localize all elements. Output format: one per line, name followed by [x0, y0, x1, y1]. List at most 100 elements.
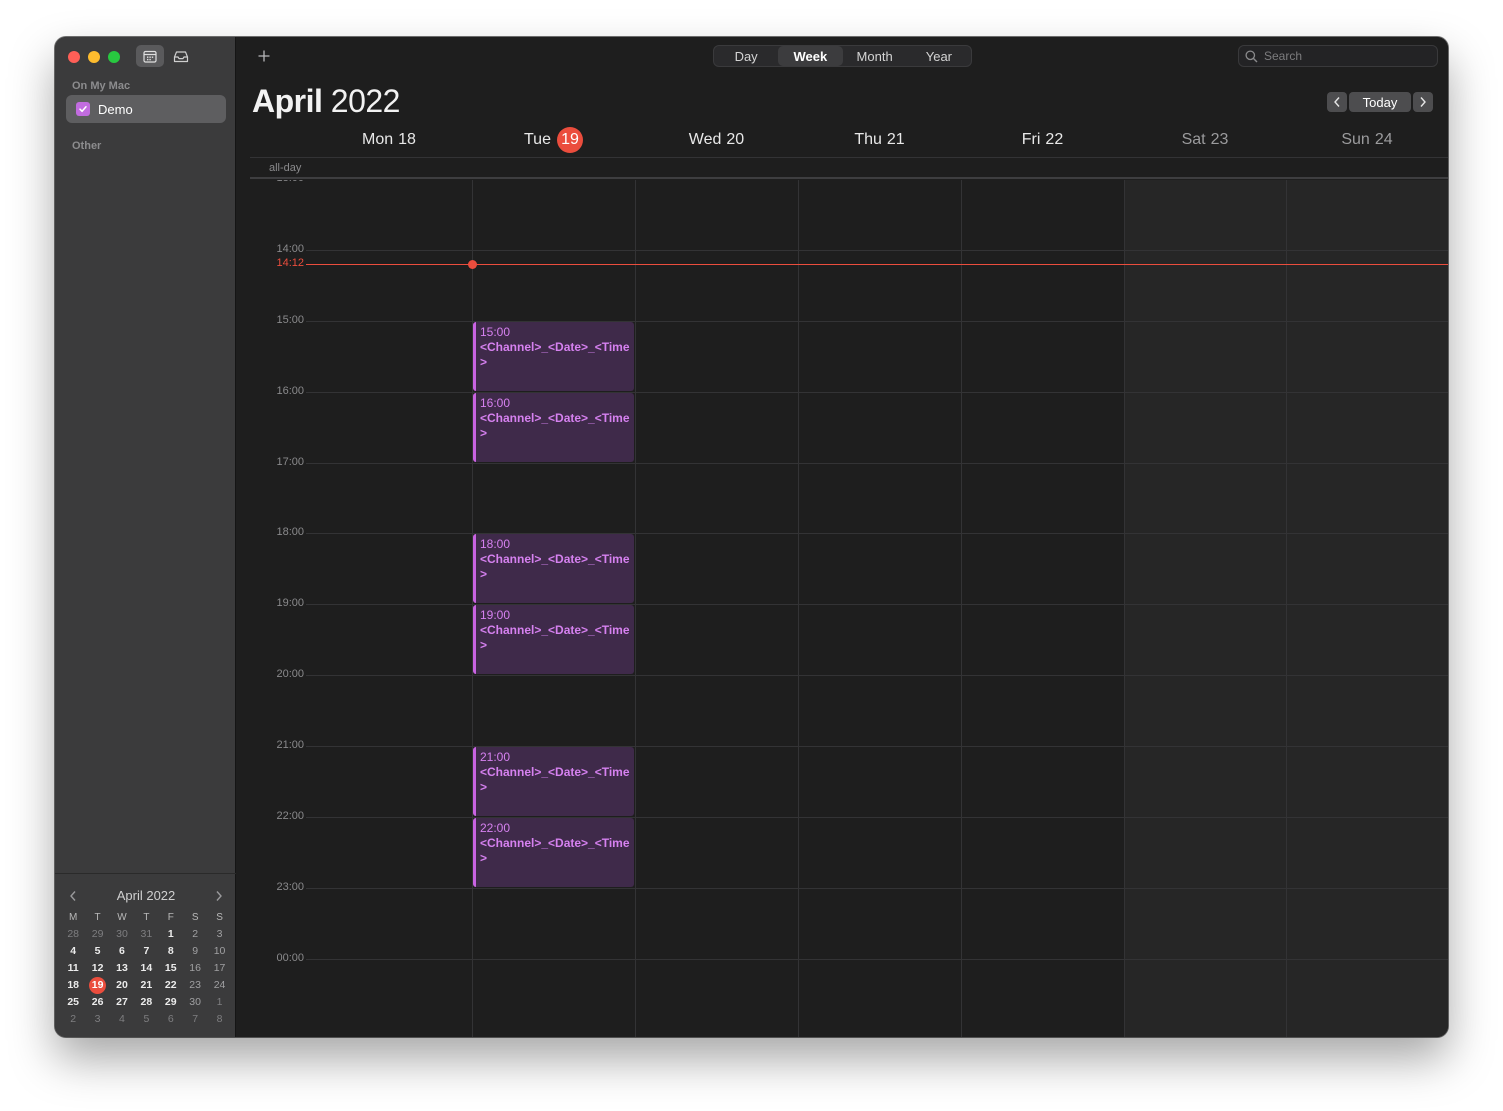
calendar-event[interactable]: 18:00 <Channel>_<Date>_<Time>: [473, 534, 634, 603]
day-header-fri[interactable]: Fri 22: [961, 127, 1124, 153]
mini-calendar-day[interactable]: 6: [159, 1011, 183, 1028]
mini-calendar-day[interactable]: 20: [110, 977, 134, 994]
mini-calendar-day[interactable]: 6: [110, 943, 134, 960]
today-badge: 19: [556, 127, 583, 153]
title-year: 2022: [330, 83, 401, 119]
mini-calendar-today[interactable]: 19: [85, 977, 109, 994]
mini-calendar-day[interactable]: 15: [159, 960, 183, 977]
mini-calendar-day[interactable]: 1: [159, 926, 183, 943]
all-day-row[interactable]: all-day: [250, 157, 1448, 179]
day-header-sat[interactable]: Sat 23: [1124, 127, 1286, 153]
mini-calendar-day[interactable]: 5: [85, 943, 109, 960]
hour-label: 16:00: [276, 385, 304, 397]
mini-calendar-day[interactable]: 26: [85, 994, 109, 1011]
sidebar-item-demo-calendar[interactable]: Demo: [66, 95, 226, 123]
day-header-mon[interactable]: Mon 18: [306, 127, 472, 153]
mini-calendar-day[interactable]: 2: [61, 1011, 85, 1028]
mini-calendar-day[interactable]: 24: [207, 977, 231, 994]
page-title: April 2022: [252, 83, 400, 120]
mini-calendar-day[interactable]: 4: [61, 943, 85, 960]
calendar-event[interactable]: 19:00 <Channel>_<Date>_<Time>: [473, 605, 634, 674]
mini-calendar-day[interactable]: 23: [183, 977, 207, 994]
current-time-dot: [468, 260, 477, 269]
day-header-tue[interactable]: Tue 19: [472, 127, 635, 153]
calendar-event[interactable]: 21:00 <Channel>_<Date>_<Time>: [473, 747, 634, 816]
inbox-button[interactable]: [167, 45, 195, 67]
day-column-divider: [635, 180, 636, 1037]
calendar-event[interactable]: 22:00 <Channel>_<Date>_<Time>: [473, 818, 634, 887]
mini-calendar-day[interactable]: 8: [159, 943, 183, 960]
day-column-divider: [961, 180, 962, 1037]
mini-calendar-day[interactable]: 28: [134, 994, 158, 1011]
mini-calendar-day[interactable]: 22: [159, 977, 183, 994]
mini-calendar-day[interactable]: 30: [110, 926, 134, 943]
mini-calendar-day[interactable]: 25: [61, 994, 85, 1011]
mini-calendar-day[interactable]: 2: [183, 926, 207, 943]
mini-calendar-day[interactable]: 27: [110, 994, 134, 1011]
mini-next-month-button[interactable]: [211, 888, 227, 904]
search-input[interactable]: Search: [1238, 45, 1438, 67]
mini-calendar-day[interactable]: 7: [134, 943, 158, 960]
calendar-event[interactable]: 15:00 <Channel>_<Date>_<Time>: [473, 322, 634, 391]
mini-calendar-day[interactable]: 16: [183, 960, 207, 977]
mini-calendar-day[interactable]: 3: [85, 1011, 109, 1028]
minimize-window-button[interactable]: [88, 51, 100, 63]
mini-calendar-day[interactable]: 29: [85, 926, 109, 943]
mini-calendar-day[interactable]: 8: [207, 1011, 231, 1028]
view-switcher: Day Week Month Year: [713, 45, 972, 67]
mini-calendar-day[interactable]: 7: [183, 1011, 207, 1028]
mini-calendar-day[interactable]: 29: [159, 994, 183, 1011]
hour-label: 18:00: [276, 526, 304, 538]
mini-calendar-day[interactable]: 13: [110, 960, 134, 977]
mini-calendar-day[interactable]: 1: [207, 994, 231, 1011]
event-time: 16:00: [480, 396, 511, 410]
day-name: Sat: [1181, 131, 1206, 148]
mini-calendar-day[interactable]: 12: [85, 960, 109, 977]
day-number: 21: [886, 131, 905, 148]
view-day-button[interactable]: Day: [714, 46, 778, 66]
checkbox-checked-icon[interactable]: [76, 102, 90, 116]
day-header-thu[interactable]: Thu 21: [798, 127, 961, 153]
event-time: 15:00: [480, 325, 511, 339]
mini-calendar: April 2022 M T W T F S S 28 29 30 31 1 2 3 4 5 6 7 8 9 10 11 1…: [61, 885, 231, 1028]
hour-label: 13:00: [236, 180, 304, 184]
calendar-event[interactable]: 16:00 <Channel>_<Date>_<Time>: [473, 393, 634, 462]
mini-calendar-day[interactable]: 14: [134, 960, 158, 977]
mini-calendar-day[interactable]: 17: [207, 960, 231, 977]
day-number: 22: [1045, 131, 1064, 148]
inbox-icon: [173, 50, 189, 62]
event-title: <Channel>_<Date>_<Time>: [480, 623, 630, 652]
mini-calendar-day[interactable]: 31: [134, 926, 158, 943]
today-button[interactable]: Today: [1349, 92, 1411, 112]
mini-calendar-day[interactable]: 11: [61, 960, 85, 977]
mini-calendar-day[interactable]: 9: [183, 943, 207, 960]
event-time: 21:00: [480, 750, 511, 764]
view-month-button[interactable]: Month: [843, 46, 907, 66]
calendar-list-toggle-button[interactable]: [136, 45, 164, 67]
mini-calendar-title: April 2022: [116, 888, 176, 903]
day-header-wed[interactable]: Wed 20: [635, 127, 798, 153]
mini-calendar-day[interactable]: 18: [61, 977, 85, 994]
close-window-button[interactable]: [68, 51, 80, 63]
week-grid[interactable]: 12:0013:0014:0015:0016:0017:0018:0019:00…: [236, 180, 1448, 1037]
mini-calendar-day[interactable]: 28: [61, 926, 85, 943]
mini-calendar-day[interactable]: 30: [183, 994, 207, 1011]
mini-weekday-header: F: [167, 912, 174, 923]
mini-prev-month-button[interactable]: [65, 888, 81, 904]
hour-label: 21:00: [276, 739, 304, 751]
view-week-button[interactable]: Week: [778, 46, 843, 66]
mini-calendar-day[interactable]: 10: [207, 943, 231, 960]
mini-calendar-day[interactable]: 21: [134, 977, 158, 994]
day-header-sun[interactable]: Sun 24: [1286, 127, 1448, 153]
next-week-button[interactable]: [1413, 92, 1433, 112]
event-time: 18:00: [480, 537, 511, 551]
mini-calendar-day[interactable]: 3: [207, 926, 231, 943]
previous-week-button[interactable]: [1327, 92, 1347, 112]
mini-calendar-day[interactable]: 4: [110, 1011, 134, 1028]
section-header-other: Other: [72, 140, 102, 152]
title-month: April: [252, 83, 323, 119]
zoom-window-button[interactable]: [108, 51, 120, 63]
mini-calendar-day[interactable]: 5: [134, 1011, 158, 1028]
view-year-button[interactable]: Year: [907, 46, 971, 66]
add-event-button[interactable]: [254, 45, 274, 67]
